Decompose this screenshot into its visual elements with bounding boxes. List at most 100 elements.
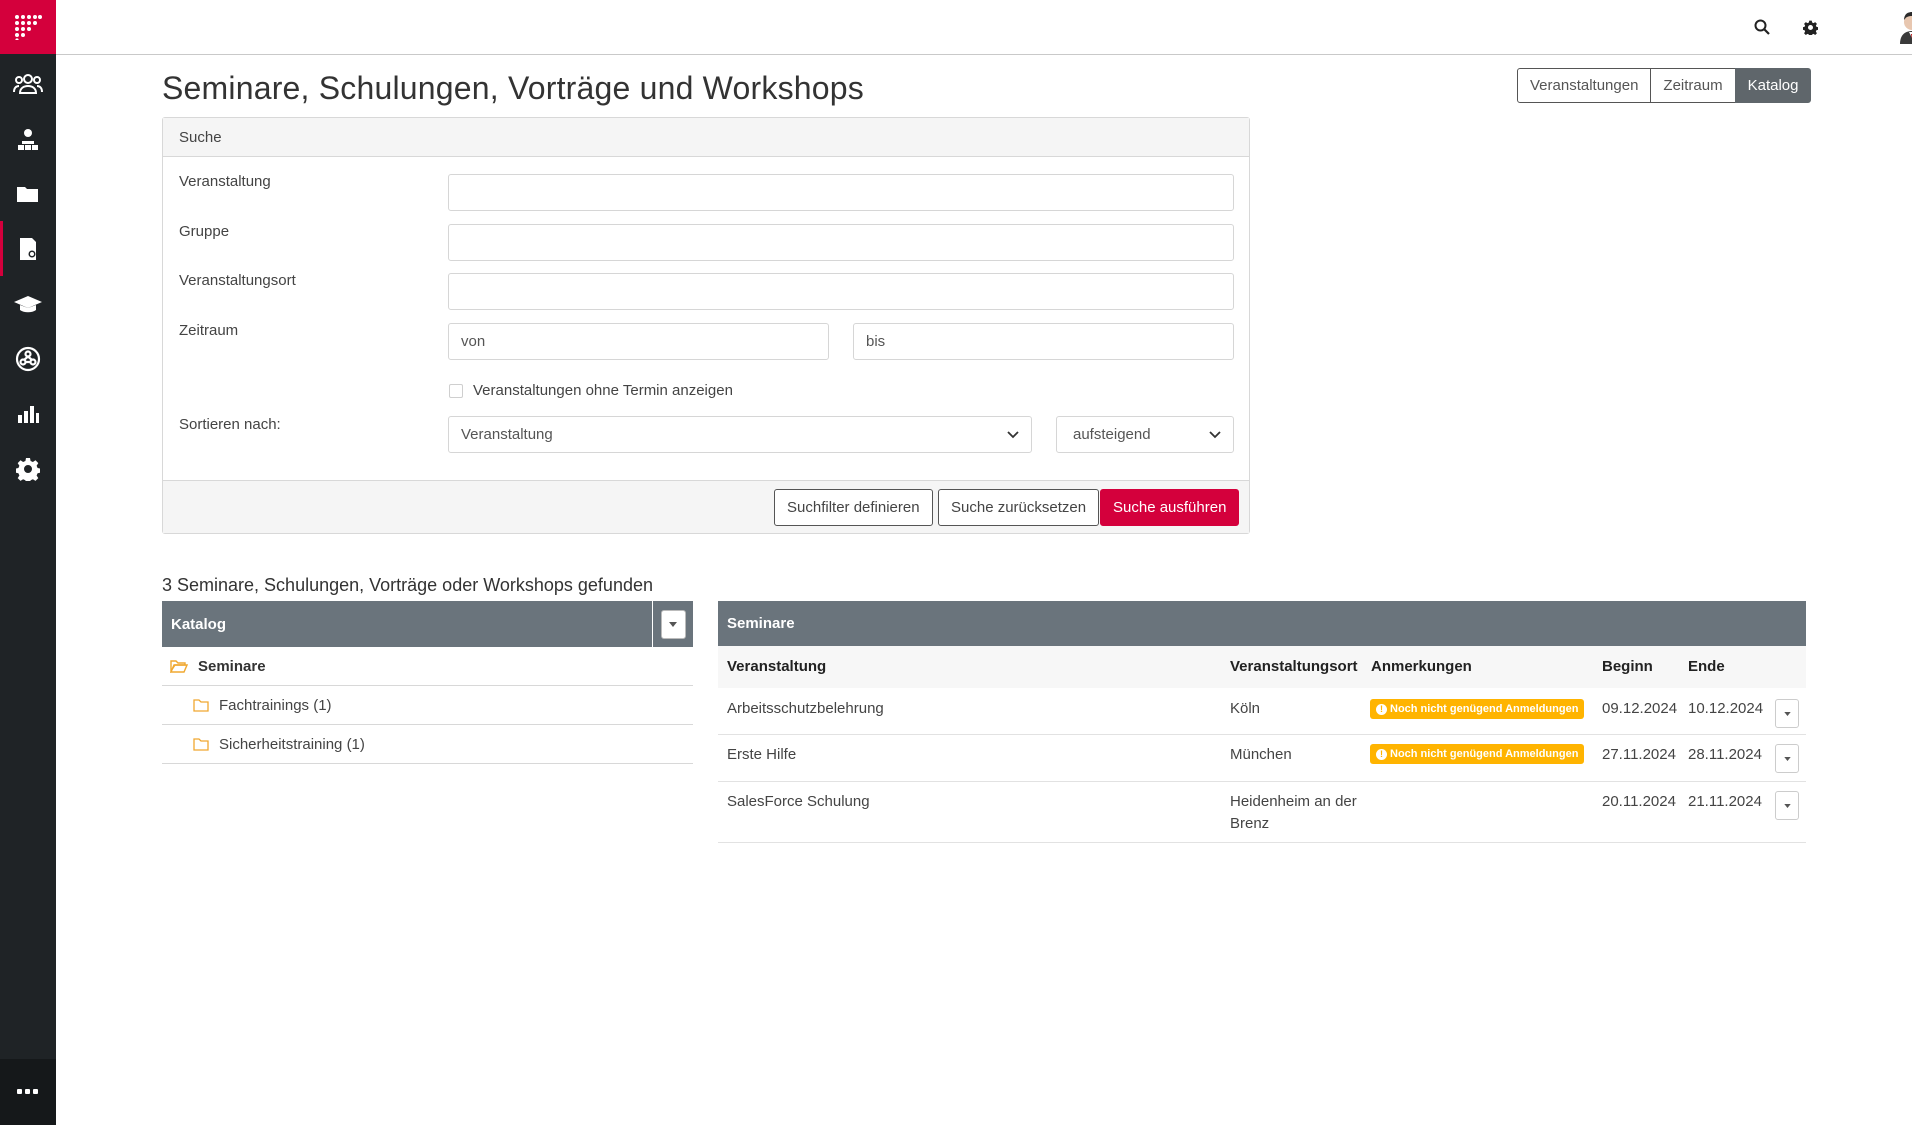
cell-beginn: 20.11.2024 — [1602, 793, 1676, 810]
cell-beginn: 09.12.2024 — [1602, 700, 1678, 717]
cell-veranstaltung[interactable]: Erste Hilfe — [727, 744, 796, 766]
gear-icon — [16, 457, 40, 481]
settings-button[interactable] — [1799, 16, 1821, 38]
define-filter-button[interactable]: Suchfilter definieren — [774, 489, 933, 526]
sidebar — [0, 0, 56, 1125]
info-icon: ! — [1376, 748, 1387, 760]
nav-seminars[interactable] — [0, 221, 56, 276]
status-badge-text: Noch nicht genügend Anmeldungen — [1390, 748, 1579, 760]
table-header: Veranstaltung Veranstaltungsort Anmerkun… — [718, 646, 1806, 688]
tab-zeitraum[interactable]: Zeitraum — [1650, 68, 1736, 103]
nav-more[interactable] — [0, 1059, 56, 1125]
search-panel-footer: Suchfilter definieren Suche zurücksetzen… — [163, 480, 1249, 533]
avatar-icon — [1900, 12, 1912, 44]
sort-order-select[interactable]: aufsteigend — [1056, 416, 1234, 453]
row-menu-button[interactable] — [1775, 744, 1799, 773]
col-beginn[interactable]: Beginn — [1602, 656, 1653, 678]
tree-item-fachtrainings[interactable]: Fachtrainings (1) — [162, 686, 693, 725]
ort-input[interactable] — [448, 273, 1234, 310]
col-anmerkungen[interactable]: Anmerkungen — [1371, 656, 1472, 678]
folder-icon — [193, 698, 209, 712]
folder-open-icon — [170, 659, 188, 673]
gear-icon — [1802, 20, 1818, 35]
no-date-checkbox-label: Veranstaltungen ohne Termin anzeigen — [473, 382, 733, 399]
nav-organisation[interactable] — [0, 111, 56, 166]
info-icon: ! — [1376, 703, 1387, 715]
nav-users[interactable] — [0, 56, 56, 111]
cell-ort-line2: Brenz — [1230, 815, 1270, 832]
network-icon — [15, 346, 41, 371]
chevron-down-icon — [1209, 430, 1221, 438]
search-button[interactable] — [1751, 16, 1773, 38]
caret-down-icon — [1783, 803, 1791, 808]
tree-root-label: Seminare — [198, 657, 266, 675]
catalog-menu-button[interactable] — [660, 609, 686, 639]
cell-beginn: 27.11.2024 — [1602, 746, 1676, 763]
col-ende[interactable]: Ende — [1688, 656, 1725, 678]
logo-dots-icon — [15, 15, 42, 40]
org-chart-icon — [18, 128, 38, 150]
seminare-card: Seminare Veranstaltung Veranstaltungsort… — [718, 601, 1806, 843]
cell-ort: München — [1230, 746, 1292, 763]
users-group-icon — [13, 73, 43, 94]
reset-search-button[interactable]: Suche zurücksetzen — [938, 489, 1100, 526]
veranstaltung-input[interactable] — [448, 174, 1234, 211]
row-menu-button[interactable] — [1775, 791, 1799, 820]
caret-down-icon — [1783, 756, 1791, 761]
cell-ende: 28.11.2024 — [1688, 746, 1762, 763]
nav-network[interactable] — [0, 331, 56, 386]
bar-chart-icon — [18, 405, 39, 423]
label-zeitraum: Zeitraum — [179, 322, 239, 339]
graduation-cap-icon — [14, 295, 42, 312]
user-avatar[interactable] — [1896, 10, 1912, 44]
table-row[interactable]: SalesForce Schulung Heidenheim an der Br… — [718, 782, 1806, 843]
label-sort: Sortieren nach: — [179, 416, 281, 433]
tab-veranstaltungen[interactable]: Veranstaltungen — [1517, 68, 1652, 103]
tree-item-label: Fachtrainings (1) — [219, 696, 332, 714]
nav-settings[interactable] — [0, 441, 56, 496]
status-badge-text: Noch nicht genügend Anmeldungen — [1390, 703, 1579, 715]
search-panel-title: Suche — [163, 118, 1249, 157]
sort-field-select[interactable]: Veranstaltung — [448, 416, 1032, 453]
col-ort[interactable]: Veranstaltungsort — [1230, 656, 1358, 678]
table-row[interactable]: Arbeitsschutzbelehrung Köln ! Noch nicht… — [718, 688, 1806, 735]
cell-veranstaltung[interactable]: SalesForce Schulung — [727, 791, 870, 813]
top-bar — [56, 0, 1912, 55]
page-title: Seminare, Schulungen, Vorträge und Works… — [162, 70, 864, 106]
catalog-menu-wrap — [652, 601, 693, 647]
chevron-down-icon — [1007, 430, 1019, 438]
table-row[interactable]: Erste Hilfe München ! Noch nicht genügen… — [718, 735, 1806, 782]
cell-veranstaltung[interactable]: Arbeitsschutzbelehrung — [727, 698, 884, 720]
cell-ende: 10.12.2024 — [1688, 700, 1764, 717]
folder-icon — [193, 737, 209, 751]
caret-down-icon — [669, 621, 677, 627]
label-gruppe: Gruppe — [179, 223, 230, 240]
date-from-input[interactable]: von — [448, 323, 829, 360]
cell-ort: Köln — [1230, 700, 1261, 717]
nav-training[interactable] — [0, 276, 56, 331]
caret-down-icon — [1783, 711, 1791, 716]
no-date-checkbox-row: Veranstaltungen ohne Termin anzeigen — [449, 382, 733, 399]
view-switch: Veranstaltungen Zeitraum Katalog — [1517, 68, 1812, 103]
tree-item-sicherheitstraining[interactable]: Sicherheitstraining (1) — [162, 725, 693, 764]
seminare-header: Seminare — [718, 601, 1806, 646]
app-logo[interactable] — [0, 0, 56, 54]
sort-order-value: aufsteigend — [1073, 426, 1151, 443]
catalog-title: Katalog — [171, 615, 227, 633]
nav-files[interactable] — [0, 166, 56, 221]
tree-item-label: Sicherheitstraining (1) — [219, 735, 365, 753]
label-veranstaltung: Veranstaltung — [179, 173, 271, 190]
no-date-checkbox[interactable] — [449, 383, 463, 398]
col-veranstaltung[interactable]: Veranstaltung — [727, 656, 826, 678]
search-icon — [1754, 19, 1770, 35]
row-menu-button[interactable] — [1775, 699, 1799, 728]
execute-search-button[interactable]: Suche ausführen — [1100, 489, 1240, 526]
status-badge: ! Noch nicht genügend Anmeldungen — [1370, 699, 1585, 719]
gruppe-input[interactable] — [448, 224, 1234, 261]
date-to-input[interactable]: bis — [853, 323, 1234, 360]
results-heading: 3 Seminare, Schulungen, Vorträge oder Wo… — [162, 575, 653, 595]
nav-reports[interactable] — [0, 386, 56, 441]
catalog-card: Katalog Seminare Fachtrainings (1) Siche… — [162, 601, 693, 764]
tree-item-seminare[interactable]: Seminare — [162, 647, 693, 686]
tab-katalog[interactable]: Katalog — [1734, 68, 1812, 103]
